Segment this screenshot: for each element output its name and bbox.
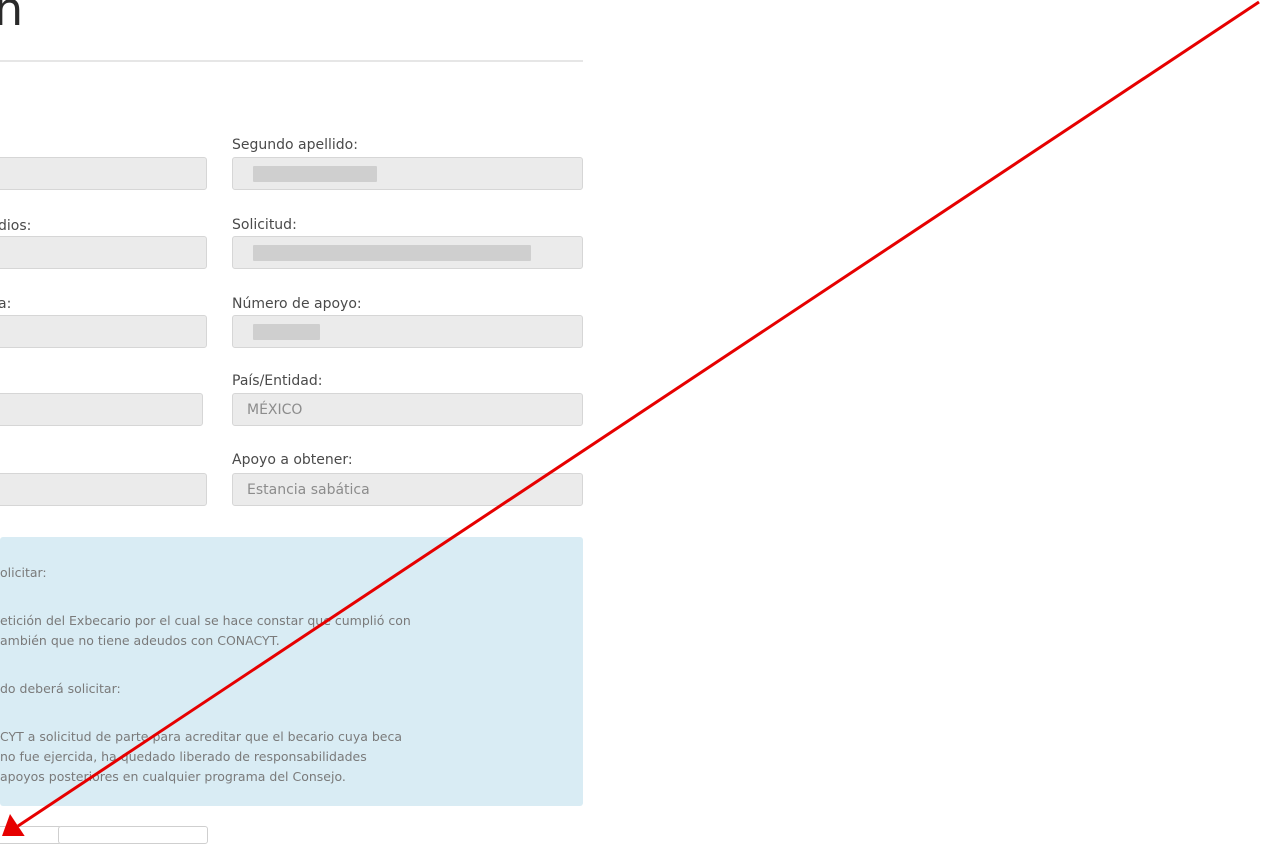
page-title: n [0,0,24,36]
redacted-block [253,324,320,340]
redacted-block [253,166,377,182]
segundo-apellido-input[interactable] [232,157,583,190]
pais-entidad-label: País/Entidad: [232,373,323,389]
left-field-label-2: dios: [0,218,32,234]
action-button[interactable] [58,826,208,844]
left-field-label-3: a: [0,296,12,312]
left-field-input-4[interactable] [0,393,203,426]
primer-apellido-input[interactable] [0,157,207,190]
solicitud-label: Solicitud: [232,217,297,233]
info-line: ambién que no tiene adeudos con CONACYT. [0,633,280,648]
segundo-apellido-label: Segundo apellido: [232,137,358,153]
info-line: do deberá solicitar: [0,681,121,696]
numero-apoyo-label: Número de apoyo: [232,296,362,312]
left-field-input-5[interactable] [0,473,207,506]
pais-entidad-input[interactable]: MÉXICO [232,393,583,426]
redacted-block [253,245,531,261]
title-divider [0,60,583,62]
info-line: olicitar: [0,565,47,580]
apoyo-obtener-input[interactable]: Estancia sabática [232,473,583,506]
action-button[interactable] [0,826,62,844]
info-line: CYT a solicitud de parte para acreditar … [0,729,403,744]
info-box: olicitar: etición del Exbecario por el c… [0,537,583,806]
left-field-input-3[interactable] [0,315,207,348]
apoyo-obtener-label: Apoyo a obtener: [232,452,353,468]
info-line: etición del Exbecario por el cual se hac… [0,613,411,628]
info-line: no fue ejercida, ha quedado liberado de … [0,749,367,764]
info-line: apoyos posteriores en cualquier programa… [0,769,346,784]
solicitud-input[interactable] [232,236,583,269]
numero-apoyo-input[interactable] [232,315,583,348]
left-field-input-2[interactable] [0,236,207,269]
